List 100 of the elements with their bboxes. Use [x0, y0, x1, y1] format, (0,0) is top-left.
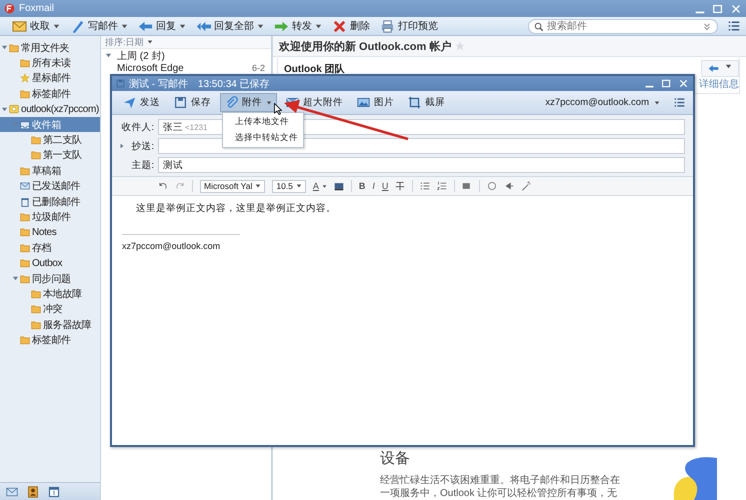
folder-item[interactable]: 已删除邮件: [0, 194, 100, 210]
toolbar-button[interactable]: 回复全部: [192, 18, 268, 34]
window-title: Foxmail: [19, 3, 54, 14]
field-label: 收件人:: [121, 120, 154, 134]
folder-item[interactable]: Notes: [0, 224, 100, 240]
folder-item[interactable]: outlook(xz7pccom): [0, 102, 100, 117]
chevron-icon[interactable]: [702, 22, 712, 32]
paragraph-line: 一项服务中，Outlook 让你可以轻松管控所有事项，无: [380, 487, 618, 500]
printer-icon: [380, 18, 395, 34]
expand-icon[interactable]: [1, 106, 8, 113]
text-color-button[interactable]: A: [312, 181, 327, 191]
font-dropdown[interactable]: Microsoft Yal: [200, 180, 266, 192]
toolbar-button[interactable]: 写邮件: [66, 18, 132, 34]
picture-icon: [357, 96, 370, 109]
fill-color-icon[interactable]: [334, 181, 344, 191]
save-icon: [174, 96, 187, 109]
size-dropdown[interactable]: 10.5: [272, 180, 306, 192]
folder-item[interactable]: 第二支队: [0, 132, 100, 148]
strikethrough-icon[interactable]: [395, 181, 406, 191]
frame-icon: [408, 96, 421, 109]
folder-item[interactable]: 常用文件夹: [0, 40, 100, 56]
mail-icon: [20, 181, 30, 192]
folder-item[interactable]: 草稿箱: [0, 163, 100, 179]
folder-item[interactable]: 同步问题: [0, 270, 100, 286]
calendar-icon[interactable]: [48, 486, 60, 498]
redo-icon[interactable]: [175, 181, 185, 191]
magic-wand-icon[interactable]: [521, 181, 532, 191]
folder-item[interactable]: 所有未读: [0, 55, 100, 71]
toolbar-button[interactable]: 回复: [134, 18, 190, 34]
folder-item[interactable]: 服务器故障: [0, 317, 100, 332]
field-label: 抄送:: [131, 140, 154, 152]
menu-icon[interactable]: [674, 97, 685, 108]
folder-item[interactable]: 收件箱: [0, 116, 100, 132]
mail-icon[interactable]: [6, 486, 18, 498]
folder-item[interactable]: 存档: [0, 240, 100, 256]
format-button[interactable]: B: [358, 181, 366, 191]
folder-icon: [20, 335, 30, 346]
folder-item[interactable]: 本地故障: [0, 286, 100, 302]
format-button[interactable]: I: [372, 181, 375, 191]
trash-icon: [20, 196, 30, 207]
toolbar-button[interactable]: 打印预览: [376, 18, 442, 34]
folder-item[interactable]: 标签邮件: [0, 332, 100, 348]
folder-item[interactable]: 冲突: [0, 302, 100, 318]
folder-item[interactable]: 已发送邮件: [0, 178, 100, 194]
expand-icon[interactable]: [12, 275, 19, 282]
delete-icon: [332, 18, 347, 34]
folder-item[interactable]: 星标邮件: [0, 70, 100, 86]
section-heading: 设备: [380, 450, 411, 468]
account-dropdown[interactable]: xz7pccom@outlook.com: [545, 97, 660, 108]
toolbar-button[interactable]: 图片: [352, 93, 399, 112]
toolbar-button[interactable]: 保存: [169, 93, 216, 112]
numbered-list-icon[interactable]: [437, 181, 448, 191]
folder-item[interactable]: 垃圾邮件: [0, 209, 100, 225]
contacts-icon[interactable]: [27, 486, 39, 498]
toolbar-button[interactable]: 收取: [8, 18, 64, 34]
caret-icon: [322, 184, 327, 188]
details-link[interactable]: 详细信息: [699, 77, 739, 91]
star-icon: [455, 41, 466, 51]
folder-item[interactable]: Outbox: [0, 255, 100, 271]
undo-icon[interactable]: [158, 181, 168, 191]
reply-icon[interactable]: [708, 63, 719, 74]
toolbar-button[interactable]: 附件: [220, 93, 277, 112]
search-field[interactable]: 搜索邮件: [528, 18, 718, 34]
format-button[interactable]: U: [382, 181, 388, 191]
caret-icon: [654, 100, 660, 106]
group-header[interactable]: 上周 (2 封): [101, 49, 271, 62]
paragraph-line: 经营忙碌生活不该困难重重。将电子邮件和日历整合在: [380, 474, 621, 487]
caret-icon: [255, 183, 262, 189]
expand-icon[interactable]: [1, 44, 8, 52]
maximize-icon[interactable]: [661, 78, 672, 89]
email-subject: 欢迎使用你的新 Outlook.com 帐户: [279, 40, 452, 54]
maximize-icon[interactable]: [712, 2, 724, 14]
bullet-list-icon[interactable]: [420, 181, 430, 191]
paperclip-icon: [225, 96, 238, 109]
close-icon[interactable]: [678, 78, 689, 89]
folder-icon: [20, 58, 30, 68]
folder-icon: [31, 320, 41, 330]
close-icon[interactable]: [730, 2, 742, 14]
toolbar-button[interactable]: 删除: [328, 18, 374, 34]
sender-name: Outlook 团队: [284, 62, 345, 76]
message-row[interactable]: Microsoft Edge 6-2: [101, 62, 271, 74]
caret-icon: [296, 183, 302, 189]
menu-icon[interactable]: [728, 20, 740, 32]
toolbar-button[interactable]: 截屏: [403, 93, 450, 112]
search-icon: [534, 22, 544, 32]
folder-item[interactable]: 第一支队: [0, 148, 100, 164]
folder-icon: [31, 304, 41, 314]
folder-icon: [31, 135, 41, 146]
folder-icon: [31, 150, 41, 160]
account-icon: [9, 104, 19, 114]
inbox-icon: [20, 120, 30, 130]
folder-icon: [9, 42, 19, 53]
folder-item[interactable]: 标签邮件: [0, 86, 100, 102]
expand-icon: [105, 52, 112, 59]
caret-icon[interactable]: [725, 63, 732, 70]
toolbar-button[interactable]: 转发: [270, 18, 326, 34]
toolbar-button[interactable]: 发送: [118, 93, 165, 112]
folder-icon: [20, 88, 30, 99]
input-field[interactable]: 测试: [158, 157, 685, 173]
expand-icon[interactable]: [119, 143, 126, 149]
